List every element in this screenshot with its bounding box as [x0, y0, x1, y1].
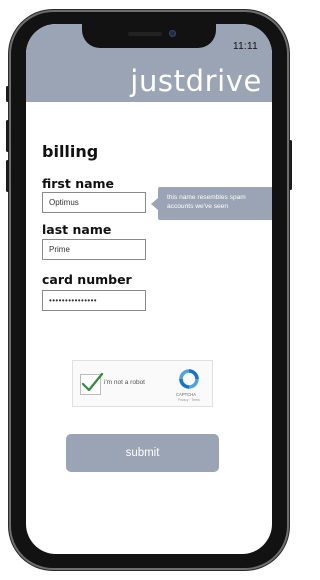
captcha-checkbox[interactable]	[80, 372, 103, 395]
captcha-logo-icon	[179, 369, 199, 389]
first-name-field[interactable]	[42, 192, 146, 213]
silent-switch	[6, 86, 9, 102]
volume-down-button	[6, 160, 9, 192]
brand-logo: justdrive	[130, 64, 262, 98]
last-name-label: last name	[42, 222, 112, 237]
captcha-widget: i'm not a robot CAPTCHA Privacy · Terms	[72, 360, 213, 407]
card-number-field[interactable]	[42, 290, 146, 311]
captcha-label: i'm not a robot	[104, 379, 145, 386]
spam-warning-tooltip: this name resembles spam accounts we've …	[151, 187, 272, 220]
notch	[82, 24, 216, 48]
page-title: billing	[42, 142, 99, 161]
app-screen: justdrive 11:11 billing first name this …	[26, 24, 272, 554]
check-icon	[81, 372, 103, 392]
captcha-privacy-terms: Privacy · Terms	[178, 398, 200, 402]
spam-warning-text: this name resembles spam accounts we've …	[167, 194, 246, 210]
captcha-brand: CAPTCHA	[176, 392, 197, 397]
first-name-label: first name	[42, 176, 115, 191]
speaker-grille	[128, 32, 162, 36]
volume-up-button	[6, 120, 9, 152]
card-number-label: card number	[42, 272, 132, 287]
last-name-field[interactable]	[42, 239, 146, 260]
status-time: 11:11	[232, 41, 258, 52]
power-button	[289, 140, 292, 190]
front-camera-icon	[169, 30, 176, 37]
submit-button[interactable]: submit	[66, 434, 219, 472]
